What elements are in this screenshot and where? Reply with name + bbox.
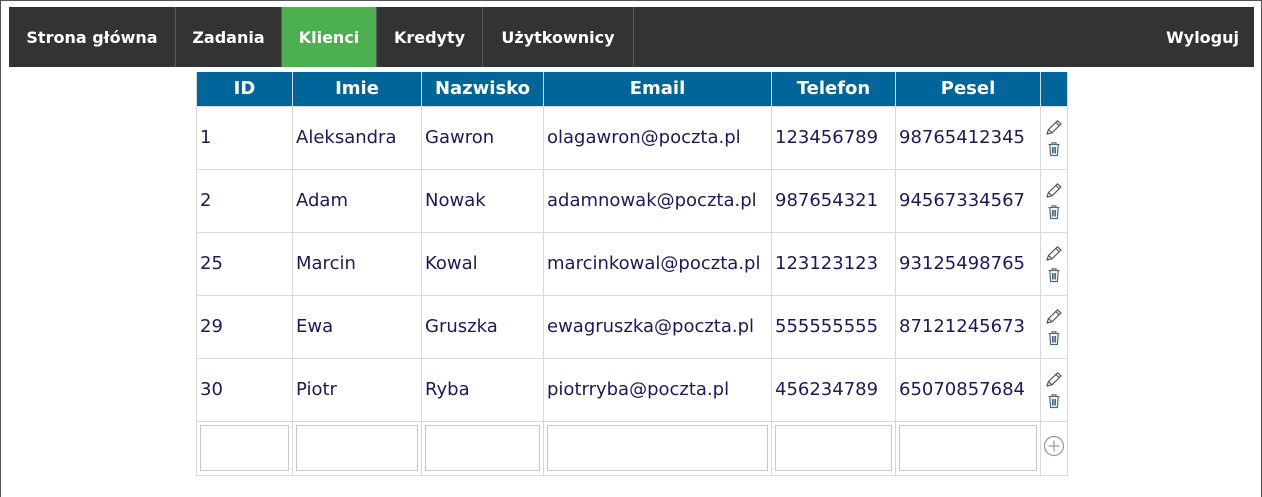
new-cell-id <box>196 420 293 476</box>
cell-telefon: 555555555 <box>771 294 896 359</box>
row-actions <box>1042 371 1067 409</box>
cell-imie: Marcin <box>292 231 422 296</box>
cell-actions <box>1040 294 1068 359</box>
table-row: 30 Piotr Ryba piotrryba@poczta.pl 456234789 6… <box>196 357 1068 422</box>
window-top-border <box>0 0 1262 1</box>
cell-telefon: 123456789 <box>771 105 896 170</box>
trash-icon[interactable] <box>1047 267 1061 283</box>
cell-nazwisko: Ryba <box>421 357 544 422</box>
nav-item-uzytkownicy[interactable]: Użytkownicy <box>483 7 634 67</box>
cell-email: olagawron@poczta.pl <box>543 105 772 170</box>
nav-item-strona-glowna[interactable]: Strona główna <box>9 7 176 67</box>
clients-table: ID Imie Nazwisko Email Telefon Pesel 1 Al… <box>196 72 1068 476</box>
logout-link[interactable]: Wyloguj <box>1166 7 1254 67</box>
cell-actions <box>1040 357 1068 422</box>
nav-item-kredyty[interactable]: Kredyty <box>377 7 483 67</box>
cell-email: piotrryba@poczta.pl <box>543 357 772 422</box>
trash-icon[interactable] <box>1047 141 1061 157</box>
trash-icon[interactable] <box>1047 393 1061 409</box>
header-telefon: Telefon <box>771 72 896 106</box>
top-navigation-bar: Strona główna Zadania Klienci Kredyty Uż… <box>9 7 1254 67</box>
cell-imie: Aleksandra <box>292 105 422 170</box>
pencil-icon[interactable] <box>1044 182 1064 200</box>
new-cell-imie <box>292 420 422 476</box>
cell-nazwisko: Gawron <box>421 105 544 170</box>
cell-nazwisko: Gruszka <box>421 294 544 359</box>
pencil-icon[interactable] <box>1044 371 1064 389</box>
cell-id: 2 <box>196 168 293 233</box>
row-actions <box>1042 245 1067 283</box>
cell-actions <box>1040 105 1068 170</box>
cell-id: 29 <box>196 294 293 359</box>
table-row: 2 Adam Nowak adamnowak@poczta.pl 987654321 94… <box>196 168 1068 233</box>
cell-pesel: 98765412345 <box>895 105 1041 170</box>
nav-item-klienci[interactable]: Klienci <box>282 7 377 67</box>
header-email: Email <box>543 72 772 106</box>
cell-nazwisko: Kowal <box>421 231 544 296</box>
row-actions <box>1042 182 1067 220</box>
new-telefon-input[interactable] <box>775 425 892 471</box>
cell-pesel: 87121245673 <box>895 294 1041 359</box>
new-cell-nazwisko <box>421 420 544 476</box>
cell-telefon: 987654321 <box>771 168 896 233</box>
table-row: 29 Ewa Gruszka ewagruszka@poczta.pl 55555555… <box>196 294 1068 359</box>
row-actions <box>1042 119 1067 157</box>
new-client-row <box>196 420 1068 476</box>
cell-imie: Adam <box>292 168 422 233</box>
cell-email: adamnowak@poczta.pl <box>543 168 772 233</box>
pencil-icon[interactable] <box>1044 119 1064 137</box>
new-cell-pesel <box>895 420 1041 476</box>
new-nazwisko-input[interactable] <box>425 425 540 471</box>
cell-actions <box>1040 231 1068 296</box>
cell-email: marcinkowal@poczta.pl <box>543 231 772 296</box>
trash-icon[interactable] <box>1047 330 1061 346</box>
new-id-input[interactable] <box>200 425 289 471</box>
pencil-icon[interactable] <box>1044 245 1064 263</box>
cell-id: 1 <box>196 105 293 170</box>
table-row: 25 Marcin Kowal marcinkowal@poczta.pl 123123… <box>196 231 1068 296</box>
table-body: 1 Aleksandra Gawron olagawron@poczta.pl 1234… <box>196 105 1068 476</box>
cell-id: 25 <box>196 231 293 296</box>
cell-email: ewagruszka@poczta.pl <box>543 294 772 359</box>
cell-actions <box>1040 168 1068 233</box>
table-row: 1 Aleksandra Gawron olagawron@poczta.pl 1234… <box>196 105 1068 170</box>
plus-circle-icon[interactable] <box>1043 435 1065 457</box>
cell-telefon: 123123123 <box>771 231 896 296</box>
header-actions <box>1040 72 1068 106</box>
new-cell-email <box>543 420 772 476</box>
header-nazwisko: Nazwisko <box>421 72 544 106</box>
cell-pesel: 65070857684 <box>895 357 1041 422</box>
table-header-row: ID Imie Nazwisko Email Telefon Pesel <box>196 72 1068 106</box>
cell-pesel: 93125498765 <box>895 231 1041 296</box>
window-left-border <box>0 0 1 497</box>
new-email-input[interactable] <box>547 425 768 471</box>
header-pesel: Pesel <box>895 72 1041 106</box>
new-imie-input[interactable] <box>296 425 418 471</box>
new-pesel-input[interactable] <box>899 425 1037 471</box>
new-cell-telefon <box>771 420 896 476</box>
new-cell-actions <box>1040 420 1068 476</box>
row-actions <box>1042 308 1067 346</box>
cell-imie: Piotr <box>292 357 422 422</box>
header-id: ID <box>196 72 293 106</box>
cell-imie: Ewa <box>292 294 422 359</box>
cell-nazwisko: Nowak <box>421 168 544 233</box>
header-imie: Imie <box>292 72 422 106</box>
cell-telefon: 456234789 <box>771 357 896 422</box>
nav-item-zadania[interactable]: Zadania <box>176 7 282 67</box>
trash-icon[interactable] <box>1047 204 1061 220</box>
pencil-icon[interactable] <box>1044 308 1064 326</box>
cell-pesel: 94567334567 <box>895 168 1041 233</box>
cell-id: 30 <box>196 357 293 422</box>
